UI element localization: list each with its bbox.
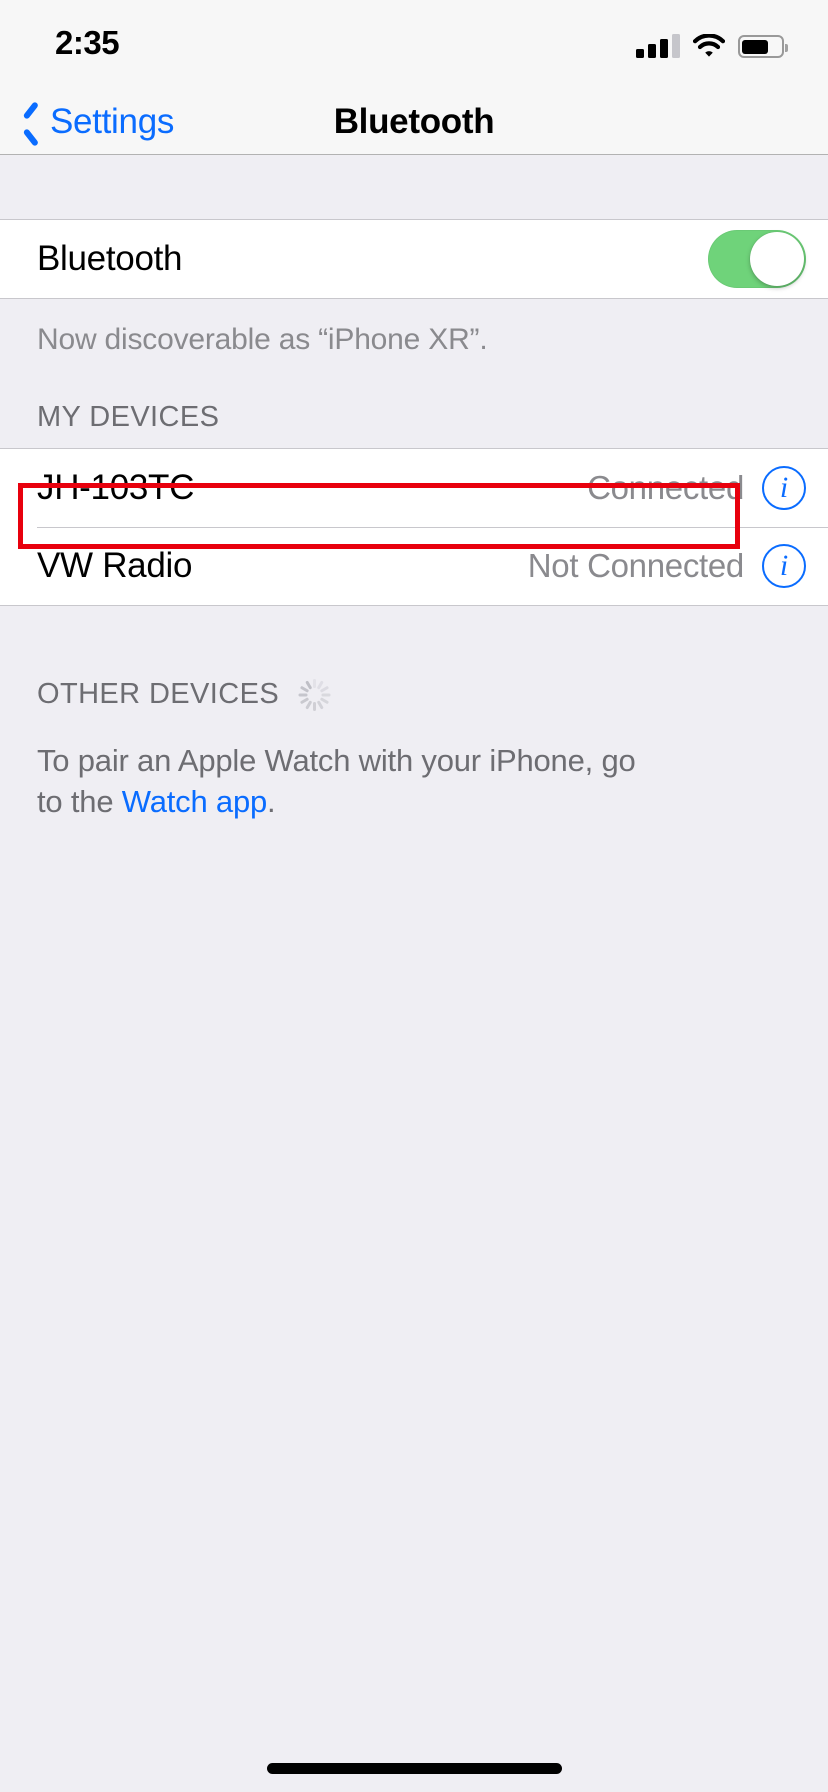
other-devices-header: OTHER DEVICES — [0, 606, 828, 726]
chevron-left-icon — [22, 105, 42, 139]
status-bar-indicators — [636, 28, 788, 58]
info-icon[interactable]: i — [762, 465, 806, 510]
bluetooth-toggle-row[interactable]: Bluetooth — [0, 220, 828, 298]
cellular-signal-icon — [636, 34, 680, 58]
info-icon-glyph: i — [779, 470, 789, 504]
top-spacer — [0, 156, 828, 219]
my-devices-header: MY DEVICES — [0, 359, 828, 448]
info-icon-glyph: i — [779, 548, 789, 582]
device-row-vw-radio[interactable]: VW Radio Not Connected i — [0, 526, 828, 605]
device-name: VW Radio — [37, 545, 193, 585]
iphone-screen: 2:35 Bluetooth Settings Bluetooth Now di… — [0, 0, 828, 1792]
back-button-label: Settings — [50, 101, 175, 141]
discoverable-footer: Now discoverable as “iPhone XR”. — [37, 323, 488, 356]
settings-content: Bluetooth Now discoverable as “iPhone XR… — [0, 156, 828, 1792]
toggle-knob — [750, 232, 804, 286]
watch-app-link[interactable]: Watch app — [122, 784, 267, 819]
battery-icon — [738, 35, 788, 58]
activity-spinner-icon — [297, 678, 331, 712]
device-status: Connected — [587, 468, 744, 506]
home-indicator[interactable] — [267, 1763, 562, 1774]
bluetooth-toggle-label: Bluetooth — [37, 239, 183, 278]
status-bar: 2:35 — [0, 0, 828, 88]
wifi-icon — [692, 33, 726, 58]
bluetooth-toggle-group: Bluetooth — [0, 219, 828, 299]
my-devices-header-label: MY DEVICES — [37, 400, 220, 433]
status-bar-time: 2:35 — [55, 24, 120, 61]
device-status: Not Connected — [527, 546, 745, 584]
navigation-bar: Bluetooth Settings — [0, 88, 828, 155]
my-devices-group: JH-103TC Connected i VW Radio Not Connec… — [0, 447, 828, 606]
bluetooth-toggle-switch[interactable] — [708, 230, 806, 288]
pair-watch-text-after: . — [267, 783, 276, 819]
info-icon[interactable]: i — [762, 543, 806, 588]
other-devices-header-label: OTHER DEVICES — [37, 678, 280, 710]
device-row-jh-103tc[interactable]: JH-103TC Connected i — [0, 448, 828, 527]
back-button[interactable]: Settings — [22, 88, 174, 155]
device-name: JH-103TC — [37, 467, 195, 507]
pair-watch-text: To pair an Apple Watch with your iPhone,… — [0, 726, 700, 822]
